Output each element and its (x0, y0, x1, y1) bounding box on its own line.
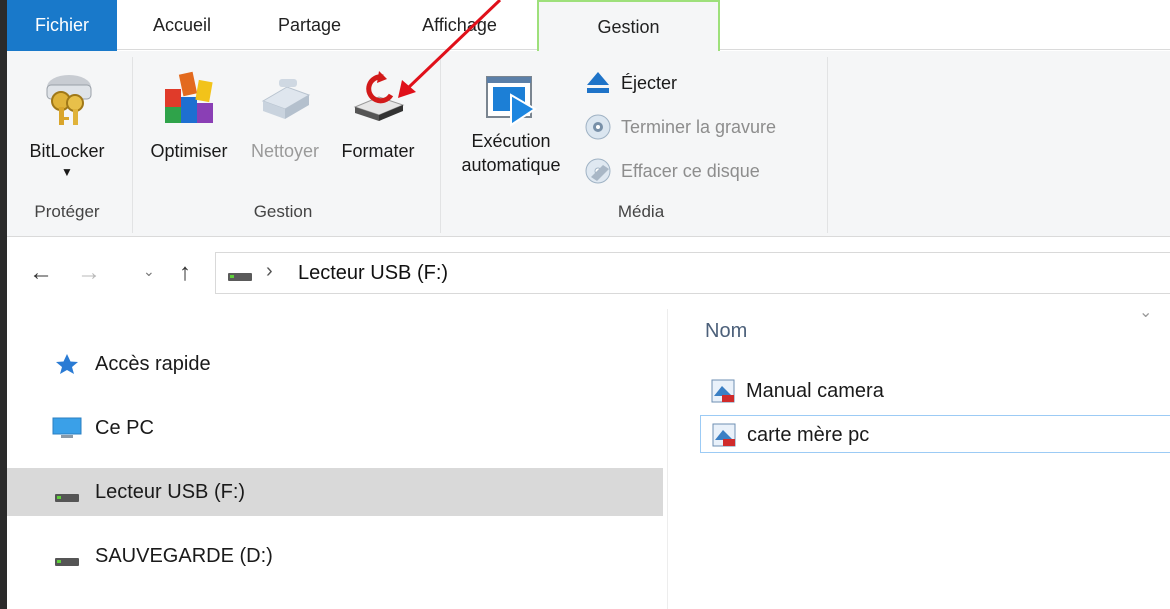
format-button[interactable]: Formater (331, 61, 425, 171)
group-divider (440, 57, 441, 233)
drive-icon (55, 558, 79, 566)
tab-share[interactable]: Partage (257, 0, 362, 50)
breadcrumb-chevron-icon[interactable]: › (266, 260, 273, 283)
tab-view[interactable]: Affichage (397, 0, 522, 50)
file-name: carte mère pc (747, 424, 870, 446)
nav-item-this-pc[interactable]: Ce PC (7, 404, 663, 452)
address-row: ← → ⌄ ↑ › Lecteur USB (F:) (7, 237, 1170, 309)
pdf-file-icon (712, 423, 736, 447)
back-arrow-icon[interactable]: ← (29, 259, 53, 287)
nav-item-label: SAUVEGARDE (D:) (95, 545, 273, 567)
nav-item-label: Lecteur USB (F:) (95, 481, 246, 503)
group-label-media: Média (617, 202, 665, 221)
erase-disc-label: Effacer ce disque (621, 161, 760, 181)
tab-home[interactable]: Accueil (127, 0, 237, 50)
explorer-window: Fichier Accueil Partage Affichage Gestio… (7, 0, 1170, 609)
computer-icon (52, 417, 82, 438)
autoplay-icon (486, 76, 537, 127)
group-divider (827, 57, 828, 233)
erase-disc-icon (585, 158, 611, 184)
autoplay-label-line1: Exécution (471, 131, 551, 151)
cleanup-drive-icon (261, 79, 311, 119)
forward-arrow-icon[interactable]: → (77, 259, 101, 287)
breadcrumb-current[interactable]: Lecteur USB (F:) (298, 262, 448, 285)
optimize-drive-icon (165, 71, 213, 123)
drive-icon (55, 494, 79, 502)
nav-item-label: Accès rapide (95, 353, 211, 375)
finish-burning-icon (585, 114, 611, 140)
drive-icon (228, 273, 252, 281)
nav-item-usb-drive[interactable]: Lecteur USB (F:) (7, 468, 663, 516)
nav-item-quick-access[interactable]: Accès rapide (7, 340, 663, 388)
file-name: Manual camera (746, 380, 884, 402)
finish-burning-label: Terminer la gravure (621, 117, 777, 137)
optimize-button[interactable]: Optimiser (141, 61, 237, 171)
eject-label: Éjecter (621, 73, 678, 93)
group-divider (132, 57, 133, 233)
nav-item-backup-drive[interactable]: SAUVEGARDE (D:) (7, 532, 663, 580)
file-list-item[interactable]: carte mère pc (700, 415, 1170, 453)
nav-item-label: Ce PC (95, 417, 154, 439)
ribbon-tab-bar: Fichier Accueil Partage Affichage Gestio… (7, 0, 1170, 52)
erase-disc-button[interactable]: Effacer ce disque (583, 153, 823, 189)
tab-file[interactable]: Fichier (7, 0, 117, 51)
format-label: Formater (341, 141, 415, 161)
tab-manage[interactable]: Gestion (537, 0, 720, 52)
chevron-down-icon: ▼ (61, 165, 73, 179)
star-icon (56, 354, 78, 374)
bitlocker-label: BitLocker (29, 141, 105, 161)
autoplay-label-line2: automatique (461, 155, 561, 175)
up-arrow-icon[interactable]: ↑ (179, 259, 191, 287)
group-label-protect: Protéger (34, 202, 100, 221)
recent-locations-chevron-icon[interactable]: ⌄ (143, 263, 155, 280)
format-drive-icon (353, 71, 405, 121)
optimize-label: Optimiser (150, 141, 228, 161)
bitlocker-button[interactable]: BitLocker ▼ (13, 61, 121, 193)
file-list-item[interactable]: Manual camera (700, 372, 1170, 410)
cleanup-button[interactable]: Nettoyer (241, 61, 329, 171)
group-label-manage: Gestion (253, 202, 313, 221)
sort-chevron-icon[interactable]: ⌄ (1139, 302, 1152, 322)
eject-button[interactable]: Éjecter (583, 65, 793, 101)
address-bar[interactable]: › Lecteur USB (F:) (215, 252, 1170, 294)
pane-divider[interactable] (667, 309, 668, 609)
finish-burning-button[interactable]: Terminer la gravure (583, 109, 823, 145)
cleanup-label: Nettoyer (250, 141, 320, 161)
eject-icon (587, 72, 609, 93)
pdf-file-icon (711, 379, 735, 403)
column-header-name[interactable]: Nom (705, 320, 747, 343)
autoplay-button[interactable]: Exécution automatique (451, 69, 571, 193)
bitlocker-icon (46, 75, 92, 125)
ribbon: BitLocker ▼ Protéger Optimiser Nettoyer … (7, 51, 1170, 237)
